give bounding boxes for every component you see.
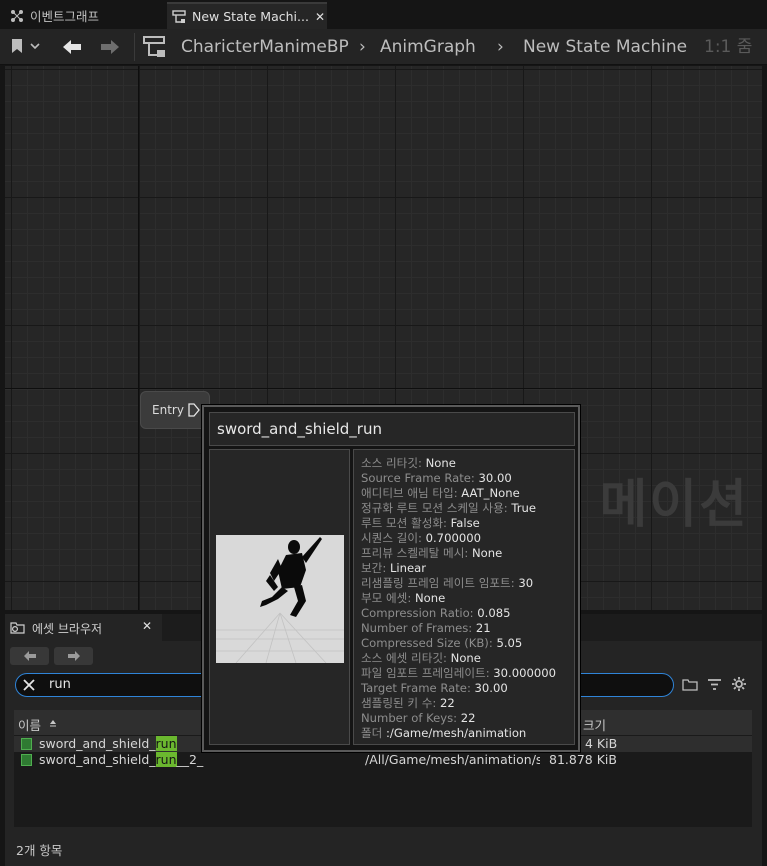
tooltip-property: 폴더 :/Game/mesh/animation (361, 726, 527, 740)
arrow-right-icon (67, 651, 80, 661)
breadcrumb-separator-icon: › (497, 37, 504, 57)
tooltip-property: Number of Keys: 22 (361, 711, 476, 725)
content-browser-icon (10, 622, 25, 634)
tab-state-machine[interactable]: New State Machi... ✕ (167, 2, 327, 29)
tooltip-property: 프리뷰 스켈레탈 메시: None (361, 546, 503, 560)
tooltip-property: 애디티브 애님 타입: AAT_None (361, 486, 520, 500)
filter-icon[interactable] (707, 678, 722, 691)
toolbar-divider (134, 33, 135, 61)
animation-thumbnail (216, 535, 344, 663)
arrow-left-icon (23, 651, 36, 661)
settings-gear-icon[interactable] (731, 676, 747, 692)
character-run-silhouette (216, 537, 344, 663)
tooltip-property: Compression Ratio: 0.085 (361, 606, 511, 620)
asset-path: /All/Game/mesh/animation/sw (365, 752, 540, 767)
exec-pin-icon[interactable] (188, 403, 200, 417)
breadcrumb-separator-icon: › (359, 37, 366, 57)
tooltip-property: Compressed Size (KB): 5.05 (361, 636, 523, 650)
tooltip-property: Source Frame Rate: 30.00 (361, 471, 512, 485)
tooltip-properties: 소스 리타깃: None Source Frame Rate: 30.00 애디… (353, 449, 575, 745)
graph-type-watermark: 메이션 (599, 475, 749, 535)
asset-size: 4 KiB (585, 736, 618, 751)
graph-origin-axis-vertical (138, 66, 139, 610)
tooltip-property: 샘플링된 키 수: 22 (361, 696, 455, 710)
forward-arrow-icon[interactable] (99, 37, 121, 57)
asset-browser-tab[interactable]: 에셋 브라우저 ✕ (5, 614, 162, 641)
tooltip-property: 파일 임포트 프레임레이트: 30.000000 (361, 666, 556, 680)
forward-button[interactable] (54, 647, 93, 665)
animation-asset-icon (21, 754, 32, 766)
breadcrumb-item-animgraph[interactable]: AnimGraph (380, 29, 476, 65)
close-icon[interactable]: ✕ (142, 619, 152, 633)
tooltip-property: 루트 모션 활성화: False (361, 516, 480, 530)
tooltip-thumbnail-panel (209, 449, 350, 745)
asset-name: sword_and_shield_run__2_ (39, 752, 204, 767)
search-input-value: run (49, 677, 71, 692)
tooltip-property: 소스 리타깃: None (361, 456, 456, 470)
graph-origin-axis-horizontal (5, 388, 762, 389)
breadcrumb-item-state-machine[interactable]: New State Machine (523, 29, 687, 65)
tooltip-title: sword_and_shield_run (209, 412, 575, 446)
tooltip-property: Number of Frames: 21 (361, 621, 491, 635)
bookmark-dropdown[interactable] (11, 38, 41, 54)
event-graph-icon (11, 9, 23, 22)
tooltip-property: 소스 에셋 리타깃: None (361, 651, 481, 665)
clear-search-icon[interactable] (23, 679, 35, 691)
asset-tooltip: sword_and_shield_run 소스 리타깃: None Source… (202, 405, 580, 752)
animation-asset-icon (21, 738, 32, 750)
asset-name: sword_and_shield_run (39, 736, 177, 751)
column-header-size[interactable]: 크기 (583, 715, 606, 734)
state-machine-icon (172, 9, 186, 23)
tab-state-machine-label: New State Machi... (192, 9, 309, 24)
item-count-status: 2개 항목 (16, 843, 63, 858)
zoom-level-label: 1:1 줌 (704, 37, 753, 57)
graph-toolbar: CharicterManimeBP › AnimGraph › New Stat… (0, 29, 767, 65)
back-button[interactable] (10, 647, 49, 665)
tab-event-graph-label: 이벤트그래프 (30, 9, 100, 24)
tooltip-property: 리샘플링 프레임 레이트 임포트: 30 (361, 576, 534, 590)
asset-size: 81.878 KiB (549, 752, 617, 767)
asset-row[interactable]: sword_and_shield_run__2_ /All/Game/mesh/… (14, 752, 752, 768)
tooltip-property: 시퀀스 길이: 0.700000 (361, 531, 481, 545)
column-header-name[interactable]: 이름 (18, 715, 41, 734)
tab-event-graph[interactable]: 이벤트그래프 (6, 2, 166, 29)
folder-icon[interactable] (682, 678, 698, 691)
bookmark-icon (12, 39, 22, 53)
tab-close-icon[interactable]: ✕ (315, 10, 325, 24)
breadcrumb-item-blueprint[interactable]: CharicterManimeBP (181, 29, 349, 65)
sort-ascending-icon[interactable] (49, 719, 57, 727)
state-machine-icon (143, 36, 165, 57)
tooltip-property: 정규화 루트 모션 스케일 사용: True (361, 501, 536, 515)
back-arrow-icon[interactable] (61, 37, 83, 57)
entry-node[interactable]: Entry (140, 391, 210, 429)
entry-node-label: Entry (152, 403, 184, 417)
asset-browser-title: 에셋 브라우저 (32, 622, 103, 636)
tooltip-property: 부모 에셋: None (361, 591, 446, 605)
chevron-down-icon (30, 43, 40, 50)
tooltip-property: Target Frame Rate: 30.00 (361, 681, 508, 695)
document-tab-bar: 이벤트그래프 New State Machi... ✕ (0, 0, 767, 29)
tooltip-property: 보간: Linear (361, 561, 426, 575)
